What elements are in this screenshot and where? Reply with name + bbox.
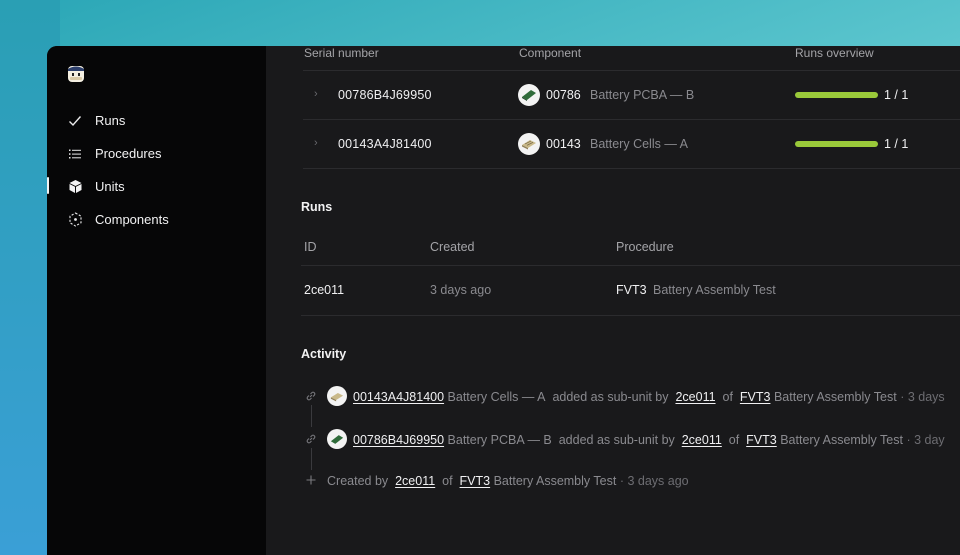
units-table-header: Serial number Component Runs overview (303, 46, 960, 70)
component-name: Battery PCBA — B (590, 88, 695, 102)
main-content: Serial number Component Runs overview › … (266, 46, 960, 555)
sidebar-item-procedures[interactable]: Procedures (47, 137, 266, 170)
table-divider (301, 265, 960, 266)
cube-icon (67, 179, 83, 195)
run-link[interactable]: 2ce011 (675, 390, 715, 404)
components-icon (67, 212, 83, 228)
activity-action: added as sub-unit by (558, 433, 675, 447)
procedure-link[interactable]: FVT3 (746, 433, 777, 447)
component-name: Battery Cells — A (447, 390, 546, 404)
check-icon (67, 113, 83, 129)
pcba-thumbnail-icon (518, 84, 540, 106)
pcba-thumbnail-icon (327, 429, 347, 449)
runs-progress-bar (795, 141, 878, 147)
column-header-created: Created (430, 240, 475, 254)
column-header-id: ID (304, 240, 317, 254)
procedure-name: Battery Assembly Test (780, 433, 903, 447)
activity-text: 00786B4J69950 Battery PCBA — B added as … (353, 433, 945, 447)
runs-ratio: 1 / 1 (884, 137, 909, 151)
table-divider (301, 315, 960, 316)
table-row[interactable]: › 00786B4J69950 00786 Battery PCBA — B 1… (303, 70, 960, 119)
list-icon (67, 146, 83, 162)
link-icon (305, 433, 317, 445)
sidebar-item-label: Procedures (95, 146, 162, 161)
procedure-code[interactable]: FVT3 (616, 283, 647, 297)
run-id[interactable]: 2ce011 (304, 283, 344, 297)
logo-icon[interactable] (66, 64, 86, 84)
column-header-procedure: Procedure (616, 240, 674, 254)
sidebar-nav: Runs Procedures Units Components (47, 104, 266, 236)
activity-time: · 3 days (900, 390, 945, 404)
activity-time: · 3 days ago (619, 474, 689, 488)
runs-progress-bar (795, 92, 878, 98)
procedure-link[interactable]: FVT3 (740, 390, 771, 404)
activity-item: 00786B4J69950 Battery PCBA — B added as … (301, 429, 960, 454)
run-link[interactable]: 2ce011 (682, 433, 722, 447)
chevron-right-icon[interactable]: › (314, 88, 318, 100)
unit-serial[interactable]: 00143A4J81400 (338, 137, 432, 151)
procedure-name: Battery Assembly Test (493, 474, 617, 488)
table-divider (303, 168, 960, 169)
link-icon (305, 390, 317, 402)
column-header-runs-overview: Runs overview (795, 46, 874, 60)
sidebar-item-label: Runs (95, 113, 126, 128)
activity-section-title: Activity (301, 347, 347, 361)
activity-item: 00143A4J81400 Battery Cells — A added as… (301, 386, 960, 411)
sidebar-item-label: Units (95, 179, 125, 194)
unit-link[interactable]: 00143A4J81400 (353, 390, 444, 404)
cells-thumbnail-icon (327, 386, 347, 406)
sidebar-item-label: Components (95, 212, 169, 227)
activity-time: · 3 day (906, 433, 945, 447)
sidebar-item-components[interactable]: Components (47, 203, 266, 236)
activity-of: of (442, 474, 453, 488)
table-row[interactable]: › 00143A4J81400 00143 Battery Cells — A … (303, 119, 960, 168)
runs-ratio: 1 / 1 (884, 88, 909, 102)
component-name: Battery PCBA — B (447, 433, 552, 447)
component-name: Battery Cells — A (590, 137, 688, 151)
plus-icon (305, 474, 317, 486)
sidebar-item-runs[interactable]: Runs (47, 104, 266, 137)
column-header-component: Component (519, 46, 582, 60)
activity-of: of (728, 433, 740, 447)
component-number: 00786 (546, 88, 581, 102)
run-link[interactable]: 2ce011 (395, 474, 435, 488)
app-window: Runs Procedures Units Components Serial … (47, 46, 960, 555)
activity-action: added as sub-unit by (552, 390, 669, 404)
column-header-serial: Serial number (304, 46, 379, 60)
runs-section-title: Runs (301, 200, 333, 214)
procedure-name: Battery Assembly Test (773, 390, 897, 404)
unit-serial[interactable]: 00786B4J69950 (338, 88, 432, 102)
unit-link[interactable]: 00786B4J69950 (353, 433, 444, 447)
procedure-link[interactable]: FVT3 (460, 474, 491, 488)
sidebar-item-units[interactable]: Units (47, 170, 266, 203)
activity-action: Created by (327, 474, 389, 488)
sidebar: Runs Procedures Units Components (47, 46, 266, 555)
chevron-right-icon[interactable]: › (314, 137, 318, 149)
procedure-name: Battery Assembly Test (653, 283, 776, 297)
run-created: 3 days ago (430, 283, 492, 297)
activity-of: of (722, 390, 733, 404)
activity-item: Created by 2ce011 of FVT3 Battery Assemb… (301, 471, 960, 495)
cells-thumbnail-icon (518, 133, 540, 155)
activity-text: Created by 2ce011 of FVT3 Battery Assemb… (327, 474, 689, 488)
component-number: 00143 (546, 137, 581, 151)
activity-text: 00143A4J81400 Battery Cells — A added as… (353, 390, 945, 404)
